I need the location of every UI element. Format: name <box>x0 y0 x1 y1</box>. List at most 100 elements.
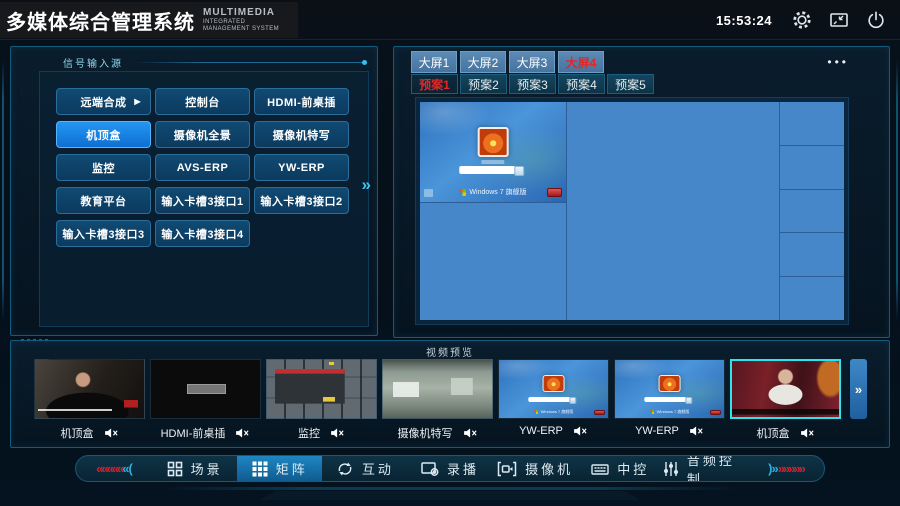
camera-icon <box>497 461 517 477</box>
nav-item-central-control[interactable]: 中控 <box>578 456 663 481</box>
app-title-block: 多媒体综合管理系统 MULTIMEDIA INTEGRATED MANAGEME… <box>0 2 298 38</box>
mute-speaker-icon[interactable] <box>330 427 345 439</box>
windows-os-label: Windows 7 旗舰版 <box>469 187 526 197</box>
app-root: 多媒体综合管理系统 MULTIMEDIA INTEGRATED MANAGEME… <box>0 0 900 506</box>
preview-item-yw-erp-2: Windows 7 旗舰版 YW-ERP <box>614 359 725 441</box>
preview-item-yw-erp-1: Windows 7 旗舰版 YW-ERP <box>498 359 609 441</box>
windows-shutdown-button <box>547 188 562 197</box>
source-button-edu-platform[interactable]: 教育平台 <box>56 187 151 214</box>
thumb-label: YW-ERP <box>635 425 679 437</box>
thumb-label: YW-ERP <box>519 425 563 437</box>
decor-bottom-trapezoid <box>260 491 640 500</box>
app-subtitle: MULTIMEDIA INTEGRATED MANAGEMENT SYSTEM <box>203 7 288 33</box>
source-button-yw-erp[interactable]: YW-ERP <box>254 154 349 181</box>
play-arrow-icon: ▶ <box>134 97 141 106</box>
mute-speaker-icon[interactable] <box>689 425 704 437</box>
source-button-console[interactable]: 控制台 <box>155 88 250 115</box>
next-thumbnails-chevron-icon[interactable]: » <box>850 359 867 419</box>
source-button-slot3-port4[interactable]: 输入卡槽3接口4 <box>155 220 250 247</box>
preview-item-surveillance: 监控 <box>266 359 377 441</box>
windows-user-name <box>481 160 504 164</box>
wall-cell-small-3[interactable] <box>780 190 844 234</box>
interaction-icon <box>336 461 354 477</box>
mute-speaker-icon[interactable] <box>104 427 119 439</box>
thumbnail-camera-closeup[interactable] <box>382 359 493 419</box>
thumbnail-settop-box-2-selected[interactable] <box>730 359 841 419</box>
source-button-slot3-port2[interactable]: 输入卡槽3接口2 <box>254 187 349 214</box>
wall-cell-small-1[interactable] <box>780 102 844 146</box>
nav-item-interaction[interactable]: 互动 <box>322 456 407 481</box>
app-subtitle-line1: MULTIMEDIA <box>203 7 288 19</box>
thumbnail-yw-erp-2[interactable]: Windows 7 旗舰版 <box>614 359 725 419</box>
source-button-camera-closeup[interactable]: 摄像机特写 <box>254 121 349 148</box>
nav-item-recording[interactable]: 录播 <box>407 456 492 481</box>
big-screen-panel: 大屏1 大屏2 大屏3 大屏4 预案1 预案2 预案3 预案4 预案5 ••• <box>393 46 890 338</box>
app-subtitle-line2: INTEGRATED MANAGEMENT SYSTEM <box>203 19 288 33</box>
windows-password-input <box>459 166 514 174</box>
windows-user-avatar <box>478 127 509 157</box>
video-preview-title: 视频预览 <box>11 344 889 359</box>
tab-preset-1[interactable]: 预案1 <box>411 74 458 94</box>
nav-item-camera[interactable]: 摄像机 <box>493 456 578 481</box>
tab-screen-2[interactable]: 大屏2 <box>460 51 506 73</box>
source-button-surveillance[interactable]: 监控 <box>56 154 151 181</box>
thumbnail-hdmi-front[interactable] <box>150 359 261 419</box>
power-icon[interactable] <box>864 8 888 32</box>
clock: 15:53:24 <box>716 13 772 28</box>
tab-screen-3[interactable]: 大屏3 <box>509 51 555 73</box>
preset-tabs: 预案1 预案2 预案3 预案4 预案5 <box>411 74 654 94</box>
signal-source-body: 远端合成▶ 控制台 HDMI-前桌插 机顶盒 摄像机全景 摄像机特写 监控 AV… <box>39 71 369 327</box>
more-options-icon[interactable]: ••• <box>827 55 849 69</box>
thumbnail-yw-erp-1[interactable]: Windows 7 旗舰版 <box>498 359 609 419</box>
windows-brand: Windows 7 旗舰版 <box>420 187 566 197</box>
wall-cell-windows-login[interactable]: Windows 7 旗舰版 <box>420 102 566 203</box>
tab-preset-4[interactable]: 预案4 <box>558 74 605 94</box>
wall-column-right <box>780 102 844 320</box>
wall-cell-small-5[interactable] <box>780 277 844 320</box>
mute-speaker-icon[interactable] <box>800 427 815 439</box>
video-preview-strip: 视频预览 机顶盒 HDMI-前桌插 监控 摄像机特写 <box>10 340 890 448</box>
tab-preset-3[interactable]: 预案3 <box>509 74 556 94</box>
nav-items: 场景 矩阵 互动 录播 摄像机 中控 <box>152 456 748 481</box>
wall-cell-small-4[interactable] <box>780 233 844 277</box>
restore-window-icon[interactable] <box>827 8 851 32</box>
nav-item-matrix[interactable]: 矩阵 <box>237 456 322 481</box>
wall-cell-small-2[interactable] <box>780 146 844 190</box>
thumb-label: 监控 <box>298 425 320 441</box>
settings-gear-icon[interactable] <box>790 8 814 32</box>
source-button-settop-box[interactable]: 机顶盒 <box>56 121 151 148</box>
expand-sources-chevron-icon[interactable]: » <box>362 175 371 195</box>
mute-speaker-icon[interactable] <box>573 425 588 437</box>
thumbnail-settop-box-1[interactable] <box>34 359 145 419</box>
tab-screen-4[interactable]: 大屏4 <box>558 51 604 73</box>
audio-mixer-icon <box>663 461 679 477</box>
source-button-camera-wide[interactable]: 摄像机全景 <box>155 121 250 148</box>
thumbnail-row: 机顶盒 HDMI-前桌插 监控 摄像机特写 <box>34 359 867 441</box>
wall-cell-large[interactable] <box>567 102 780 320</box>
source-button-slot3-port1[interactable]: 输入卡槽3接口1 <box>155 187 250 214</box>
windows-logo-icon <box>650 410 654 414</box>
windows-logo-icon <box>534 410 538 414</box>
wall-column-left: Windows 7 旗舰版 <box>420 102 567 320</box>
mute-speaker-icon[interactable] <box>463 427 478 439</box>
source-button-remote-compose[interactable]: 远端合成▶ <box>56 88 151 115</box>
thumb-label: 机顶盒 <box>757 425 790 441</box>
wall-cell-blank[interactable] <box>420 203 566 320</box>
preview-item-camera-closeup: 摄像机特写 <box>382 359 493 441</box>
preview-item-hdmi: HDMI-前桌插 <box>150 359 261 441</box>
tab-screen-1[interactable]: 大屏1 <box>411 51 457 73</box>
nav-item-audio-control[interactable]: 音频控制 <box>663 456 748 481</box>
record-icon <box>421 461 439 477</box>
tab-preset-2[interactable]: 预案2 <box>460 74 507 94</box>
source-button-slot3-port3[interactable]: 输入卡槽3接口3 <box>56 220 151 247</box>
mute-speaker-icon[interactable] <box>235 427 250 439</box>
source-button-avs-erp[interactable]: AVS-ERP <box>155 154 250 181</box>
source-button-grid: 远端合成▶ 控制台 HDMI-前桌插 机顶盒 摄像机全景 摄像机特写 监控 AV… <box>56 88 349 247</box>
nav-item-scene[interactable]: 场景 <box>152 456 237 481</box>
windows-login-screen: Windows 7 旗舰版 <box>420 102 566 202</box>
windows-logo-icon <box>459 189 466 196</box>
thumbnail-surveillance[interactable] <box>266 359 377 419</box>
video-wall-preview[interactable]: Windows 7 旗舰版 <box>420 102 844 320</box>
source-button-hdmi-front[interactable]: HDMI-前桌插 <box>254 88 349 115</box>
tab-preset-5[interactable]: 预案5 <box>607 74 654 94</box>
